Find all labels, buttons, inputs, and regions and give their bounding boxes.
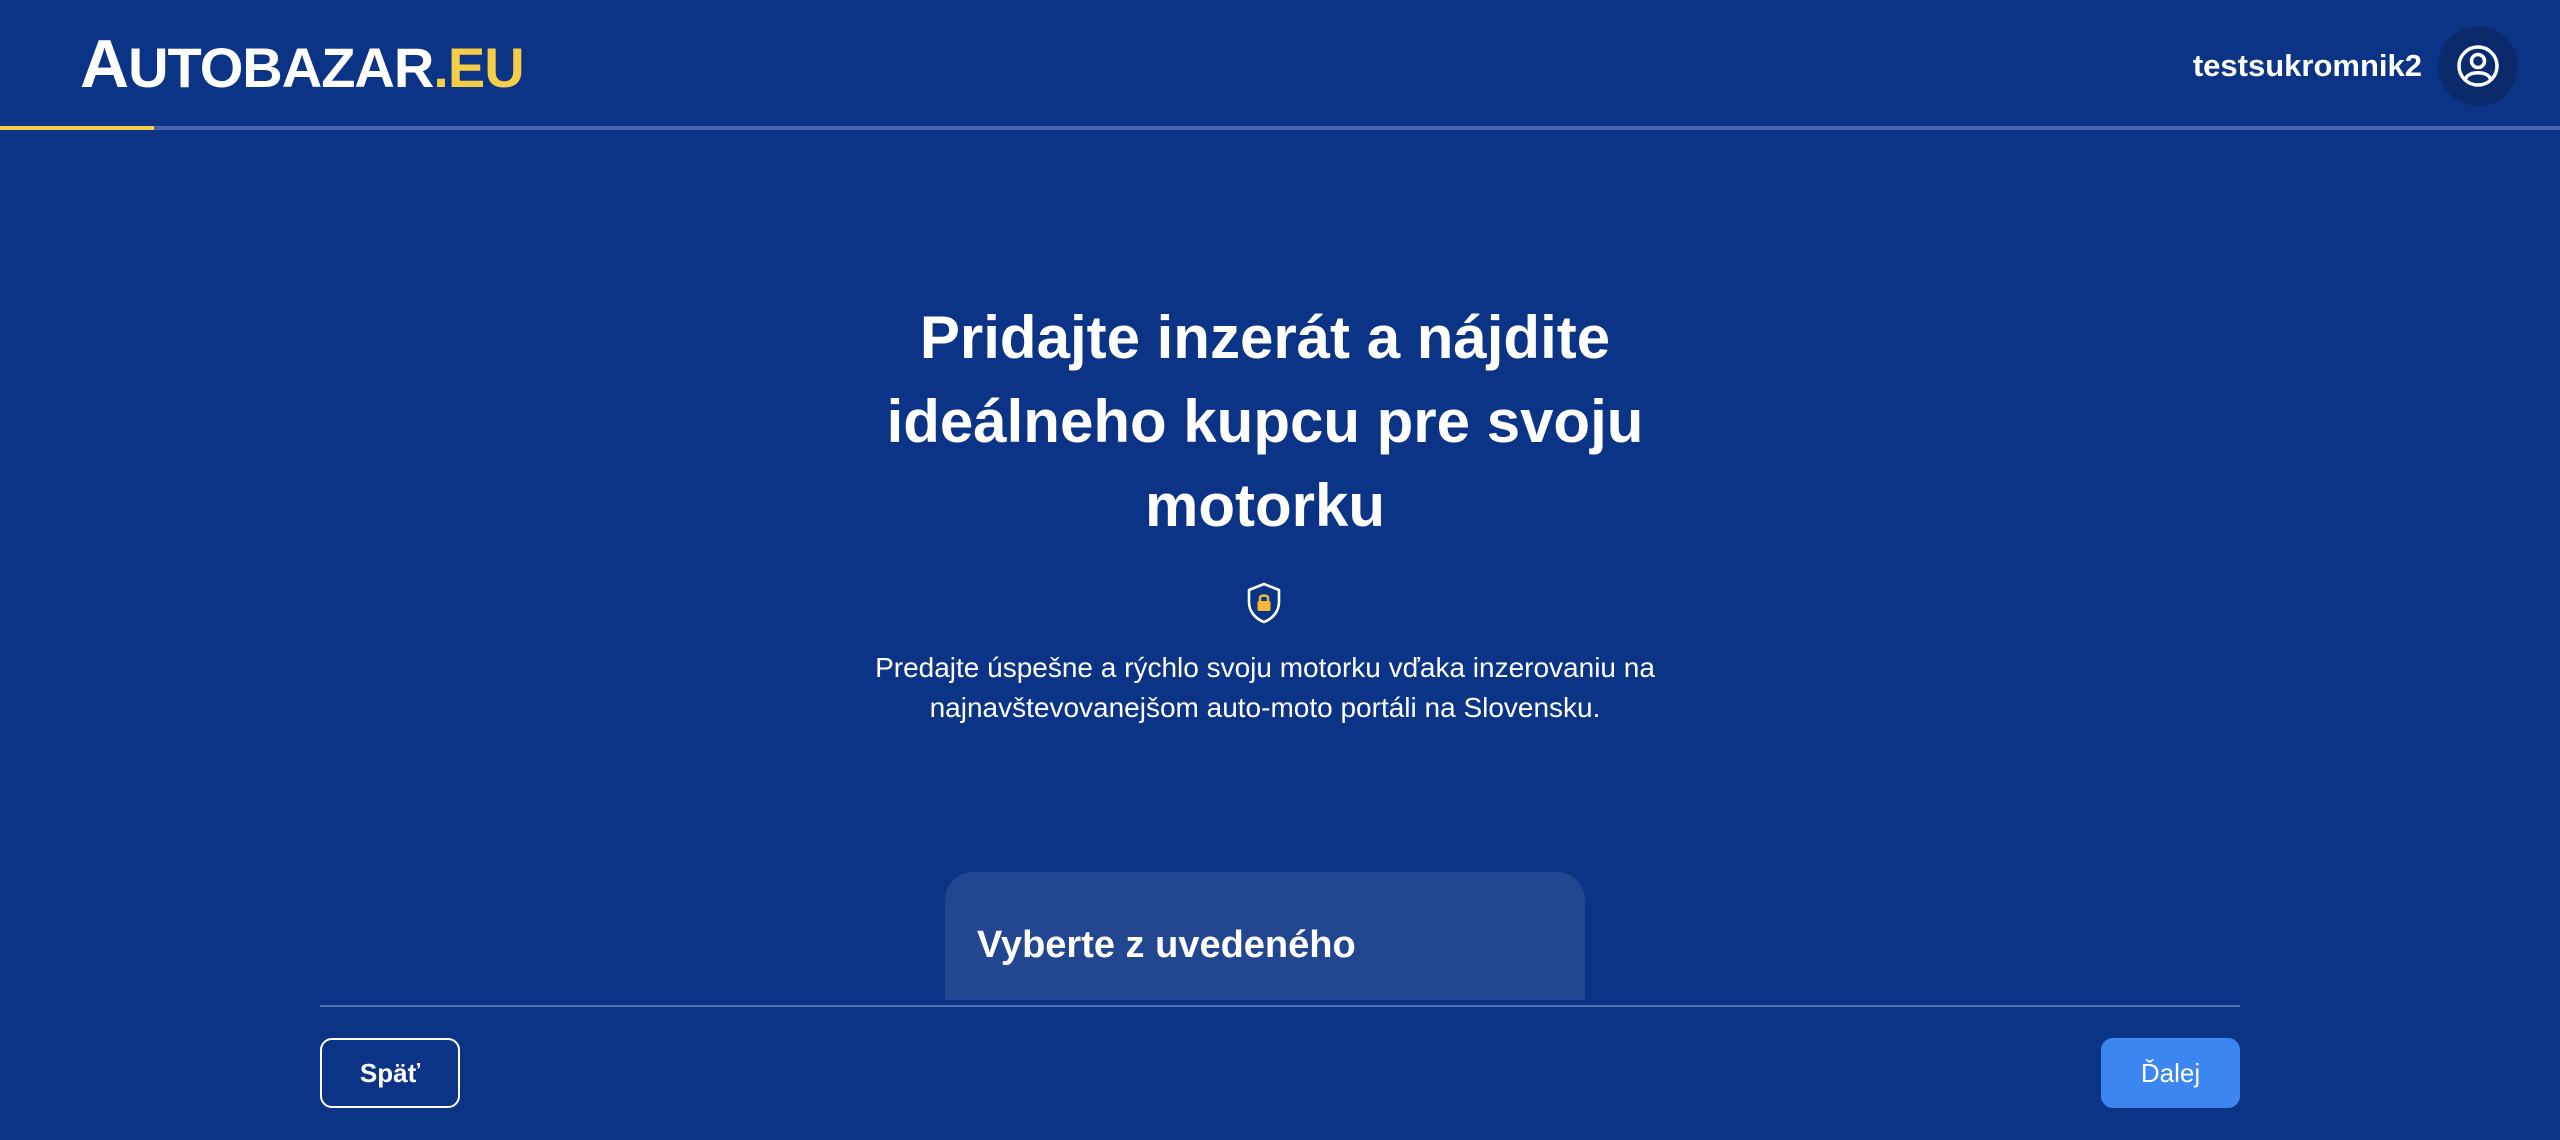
shield-lock-icon — [1247, 582, 1281, 624]
logo-text: UTOBAZAR — [128, 36, 434, 99]
back-button[interactable]: Späť — [320, 1038, 460, 1108]
progress-bar — [0, 126, 2560, 130]
card-title: Vyberte z uvedeného — [977, 924, 1356, 966]
autobazar-logo[interactable]: AUTOBAZAR.EU — [80, 30, 525, 98]
page-title: Pridajte inzerát a nájdite ideálneho kup… — [886, 304, 1644, 539]
username-label[interactable]: testsukromnik2 — [2193, 48, 2422, 84]
logo-dot: . — [433, 36, 449, 99]
progress-bar-fill — [0, 126, 154, 130]
user-menu[interactable]: testsukromnik2 — [2193, 26, 2518, 106]
logo-first-letter: A — [80, 26, 129, 102]
selection-card: Vyberte z uvedeného — [945, 872, 1585, 1000]
logo-suffix: EU — [447, 36, 525, 99]
page-description: Predajte úspešne a rýchlo svoju motorku … — [875, 652, 1655, 723]
top-header: AUTOBAZAR.EU testsukromnik2 — [0, 0, 2560, 130]
page: AUTOBAZAR.EU testsukromnik2 Pridajte inz… — [0, 0, 2560, 1140]
next-button[interactable]: Ďalej — [2101, 1038, 2240, 1108]
footer-divider — [320, 1005, 2240, 1007]
user-circle-icon[interactable] — [2438, 26, 2518, 106]
user-circle-icon-svg — [2457, 45, 2499, 87]
